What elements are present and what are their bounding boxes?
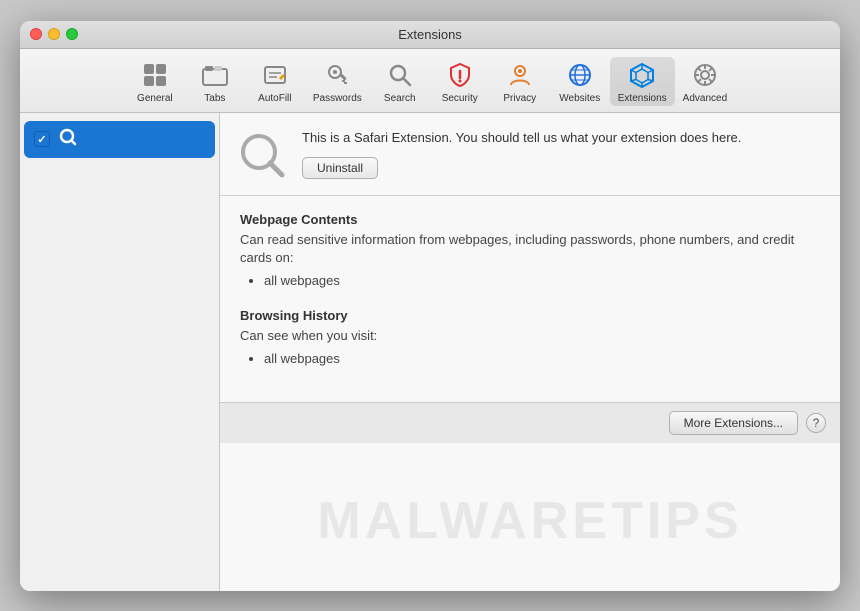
footer: More Extensions... ? [220, 402, 840, 443]
toolbar-item-privacy[interactable]: Privacy [490, 57, 550, 106]
extension-logo [236, 129, 288, 181]
passwords-icon [321, 59, 353, 91]
autofill-icon [259, 59, 291, 91]
extension-header: This is a Safari Extension. You should t… [220, 113, 840, 196]
extension-checkbox[interactable] [34, 131, 50, 147]
browsing-history-list: all webpages [240, 351, 820, 366]
content-area: MALWARETIPS This is a Safari Extension. … [20, 113, 840, 591]
uninstall-button[interactable]: Uninstall [302, 157, 378, 179]
toolbar: General Tabs [20, 49, 840, 113]
more-extensions-button[interactable]: More Extensions... [669, 411, 798, 435]
sidebar [20, 113, 220, 591]
extension-sidebar-icon [58, 127, 78, 152]
privacy-label: Privacy [503, 93, 536, 104]
search-toolbar-icon [384, 59, 416, 91]
security-label: Security [442, 93, 478, 104]
toolbar-item-passwords[interactable]: Passwords [305, 57, 370, 106]
autofill-label: AutoFill [258, 93, 291, 104]
websites-label: Websites [559, 93, 600, 104]
toolbar-icons: General Tabs [125, 57, 735, 106]
history-item: all webpages [264, 351, 820, 366]
sidebar-item-search-ext[interactable] [24, 121, 215, 158]
traffic-lights [30, 28, 78, 40]
extensions-icon [626, 59, 658, 91]
toolbar-item-websites[interactable]: Websites [550, 57, 610, 106]
toolbar-item-autofill[interactable]: AutoFill [245, 57, 305, 106]
advanced-label: Advanced [683, 93, 727, 104]
maximize-button[interactable] [66, 28, 78, 40]
search-label: Search [384, 93, 416, 104]
extension-description: This is a Safari Extension. You should t… [302, 129, 820, 147]
webpage-contents-title: Webpage Contents [240, 212, 820, 227]
advanced-icon [689, 59, 721, 91]
titlebar: Extensions [20, 21, 840, 49]
general-label: General [137, 93, 173, 104]
security-icon [444, 59, 476, 91]
permission-group-webpage: Webpage Contents Can read sensitive info… [240, 212, 820, 288]
permissions-section: Webpage Contents Can read sensitive info… [220, 196, 840, 403]
webpage-contents-list: all webpages [240, 273, 820, 288]
close-button[interactable] [30, 28, 42, 40]
webpage-contents-desc: Can read sensitive information from webp… [240, 231, 820, 267]
privacy-icon [504, 59, 536, 91]
browsing-history-title: Browsing History [240, 308, 820, 323]
main-window: Extensions General [20, 21, 840, 591]
toolbar-item-tabs[interactable]: Tabs [185, 57, 245, 106]
main-panel: MALWARETIPS This is a Safari Extension. … [220, 113, 840, 591]
tabs-label: Tabs [204, 93, 225, 104]
passwords-label: Passwords [313, 93, 362, 104]
toolbar-item-general[interactable]: General [125, 57, 185, 106]
browsing-history-desc: Can see when you visit: [240, 327, 820, 345]
toolbar-item-security[interactable]: Security [430, 57, 490, 106]
general-icon [139, 59, 171, 91]
extensions-label: Extensions [618, 93, 667, 104]
minimize-button[interactable] [48, 28, 60, 40]
permission-group-history: Browsing History Can see when you visit:… [240, 308, 820, 366]
help-button[interactable]: ? [806, 413, 826, 433]
toolbar-item-extensions[interactable]: Extensions [610, 57, 675, 106]
extension-info: This is a Safari Extension. You should t… [302, 129, 820, 179]
websites-icon [564, 59, 596, 91]
window-title: Extensions [398, 27, 462, 42]
webpage-item: all webpages [264, 273, 820, 288]
toolbar-item-advanced[interactable]: Advanced [675, 57, 735, 106]
watermark: MALWARETIPS [317, 491, 742, 551]
toolbar-item-search[interactable]: Search [370, 57, 430, 106]
tabs-icon [199, 59, 231, 91]
